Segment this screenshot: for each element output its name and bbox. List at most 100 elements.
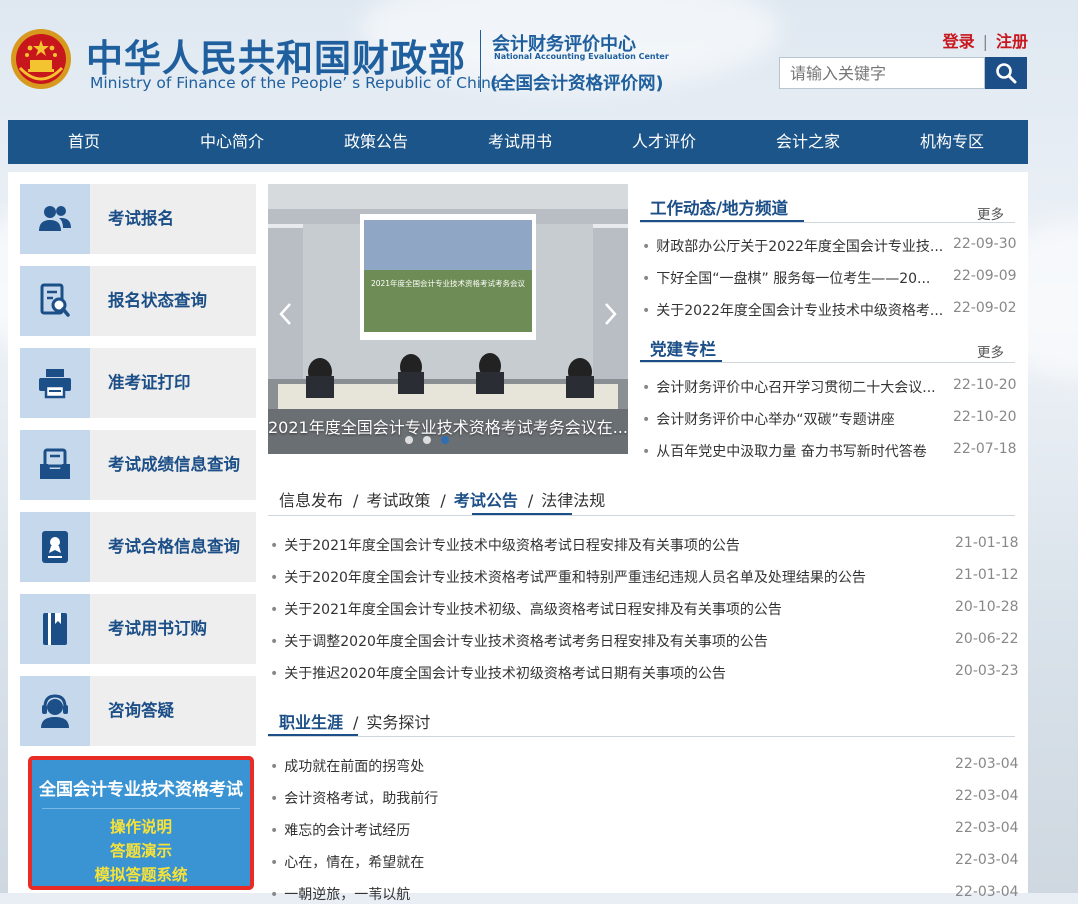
list-item-date: 22-09-30 [953,236,1017,252]
carousel-dot[interactable] [423,436,431,444]
carousel-dot-active[interactable] [441,436,449,444]
login-link[interactable]: 登录 [943,32,975,51]
list-item-date: 22-03-04 [955,820,1019,836]
search-icon [996,63,1017,84]
tab-laws[interactable]: 法律法规 [541,487,605,511]
chevron-right-icon [605,303,617,325]
announce-active-underline [472,513,572,515]
national-emblem-logo [11,29,71,89]
list-item[interactable]: • 关于2022年度全国会计专业技术中级资格考... [642,300,943,320]
list-item[interactable]: • 下好全国“一盘棋” 服务每一位考生——20... [642,268,930,288]
sidebar-item-admission-print[interactable]: 准考证打印 [20,348,256,418]
tab-exam-announcement[interactable]: 考试公告 [454,487,518,511]
work-news-underline [640,220,804,222]
exam-operation-guide-link[interactable]: 操作说明 [32,815,250,839]
list-item-date: 20-10-28 [955,599,1019,615]
sidebar-item-label: 考试用书订购 [108,619,207,638]
search-input[interactable] [779,57,985,89]
list-item-date: 22-10-20 [953,409,1017,425]
list-item[interactable]: • 关于调整2020年度全国会计专业技术资格考试考务日程安排及有关事项的公告 [270,631,768,651]
announce-rule [268,515,1015,516]
headset-user-icon [20,676,90,746]
list-item[interactable]: • 财政部办公厅关于2022年度全国会计专业技... [642,236,943,256]
work-news-more-link[interactable]: 更多 [977,203,1004,223]
exam-system-divider [42,808,240,809]
list-item[interactable]: • 会计财务评价中心召开学习贯彻二十大会议... [642,377,936,397]
list-item[interactable]: • 关于推迟2020年度全国会计专业技术初级资格考试日期有关事项的公告 [270,663,726,683]
register-link[interactable]: 注册 [996,32,1028,51]
nav-item-accountant-home[interactable]: 会计之家 [736,120,880,164]
chevron-left-icon [279,303,291,325]
list-item[interactable]: • 关于2021年度全国会计专业技术初级、高级资格考试日程安排及有关事项的公告 [270,599,782,619]
sidebar-item-registration-status[interactable]: 报名状态查询 [20,266,256,336]
nav-item-talent[interactable]: 人才评价 [592,120,736,164]
sidebar-item-pass-query[interactable]: 考试合格信息查询 [20,512,256,582]
work-news-rule [640,222,1015,223]
search-button[interactable] [985,57,1027,89]
search-box [779,57,1027,89]
nav-item-home[interactable]: 首页 [8,120,160,164]
career-active-underline [268,734,358,736]
site-header: 中华人民共和国财政部 Ministry of Finance of the Pe… [0,0,1078,118]
sidebar-item-book-order[interactable]: 考试用书订购 [20,594,256,664]
nav-item-books[interactable]: 考试用书 [448,120,592,164]
users-icon [20,184,90,254]
center-name-en: National Accounting Evaluation Center [494,52,669,61]
sidebar-item-label: 报名状态查询 [108,291,207,310]
slide-screen-text: 2021年度全国会计专业技术资格考试考务会议 [371,278,526,288]
list-item-date: 22-03-04 [955,884,1019,900]
list-item-date: 20-03-23 [955,663,1019,679]
nav-item-policy[interactable]: 政策公告 [304,120,448,164]
carousel-dots [405,436,449,444]
sidebar-item-label: 考试合格信息查询 [108,537,240,556]
tab-info-release[interactable]: 信息发布 [279,487,343,511]
career-rule [268,736,1015,737]
list-item[interactable]: • 一朝逆旅，一苇以航 [270,884,410,904]
center-network-name: (全国会计资格评价网) [490,74,664,94]
list-item[interactable]: • 会计财务评价中心举办“双碳”专题讲座 [642,409,895,429]
list-item[interactable]: • 从百年党史中汲取力量 奋力书写新时代答卷 [642,441,927,461]
list-item-date: 22-10-20 [953,377,1017,393]
nav-item-about[interactable]: 中心简介 [160,120,304,164]
exam-mock-system-link[interactable]: 模拟答题系统 [32,863,250,887]
list-item[interactable]: • 关于2020年度全国会计专业技术资格考试严重和特别严重违纪违规人员名单及处理结… [270,567,866,587]
list-item[interactable]: • 关于2021年度全国会计专业技术中级资格考试日程安排及有关事项的公告 [270,535,740,555]
sidebar-item-registration[interactable]: 考试报名 [20,184,256,254]
nav-item-institutions[interactable]: 机构专区 [880,120,1024,164]
carousel-caption[interactable]: 2021年度全国会计专业技术资格考试考务会议在... [268,414,628,438]
party-news-more-link[interactable]: 更多 [977,341,1004,361]
list-item-date: 22-03-04 [955,788,1019,804]
document-search-icon [20,266,90,336]
work-news-title[interactable]: 工作动态/地方频道 [650,195,788,219]
sidebar-item-consultation[interactable]: 咨询答疑 [20,676,256,746]
party-news-rule [640,362,1015,363]
site-title-en: Ministry of Finance of the People’ s Rep… [90,74,501,92]
list-item[interactable]: • 会计资格考试，助我前行 [270,788,438,808]
carousel-next-arrow[interactable] [604,302,618,333]
list-item-date: 22-07-18 [953,441,1017,457]
sidebar-item-label: 考试成绩信息查询 [108,455,240,474]
list-item-date: 20-06-22 [955,631,1019,647]
tab-career[interactable]: 职业生涯 [279,709,343,733]
auth-links: 登录 | 注册 [943,28,1028,52]
list-item-date: 21-01-18 [955,535,1019,551]
tab-exam-policy[interactable]: 考试政策 [366,487,430,511]
list-item[interactable]: • 难忘的会计考试经历 [270,820,410,840]
list-item[interactable]: • 心在，情在，希望就在 [270,852,424,872]
carousel-prev-arrow[interactable] [278,302,292,333]
header-divider [480,30,481,92]
exam-answer-demo-link[interactable]: 答题演示 [32,839,250,863]
list-item[interactable]: • 成功就在前面的拐弯处 [270,756,424,776]
announce-tabs: 信息发布 / 考试政策 / 考试公告 / 法律法规 [279,487,605,511]
tab-practice[interactable]: 实务探讨 [366,709,430,733]
carousel-dot[interactable] [405,436,413,444]
sidebar-item-label: 咨询答疑 [108,701,174,720]
printer-icon [20,348,90,418]
list-item-date: 22-09-02 [953,300,1017,316]
list-item-date: 21-01-12 [955,567,1019,583]
list-item-date: 22-03-04 [955,756,1019,772]
party-news-title[interactable]: 党建专栏 [650,336,716,360]
main-nav: 首页 中心简介 政策公告 考试用书 人才评价 会计之家 机构专区 [8,120,1028,164]
exam-system-box: 全国会计专业技术资格考试 操作说明 答题演示 模拟答题系统 [28,756,254,890]
sidebar-item-score-query[interactable]: 考试成绩信息查询 [20,430,256,500]
